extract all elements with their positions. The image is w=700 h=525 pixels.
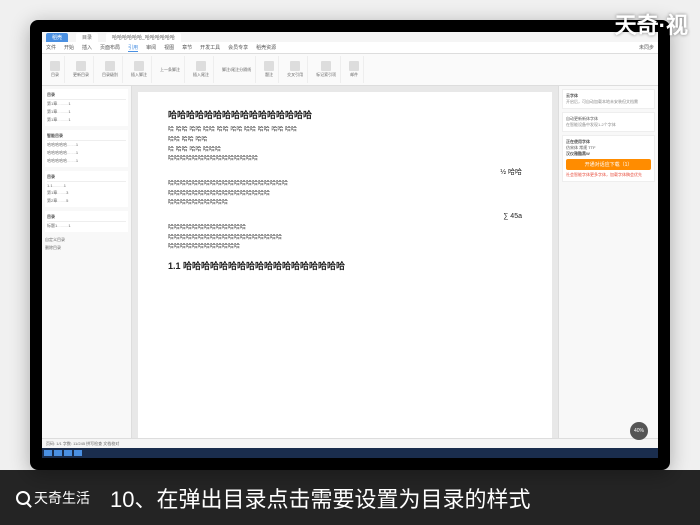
ribbon-mail[interactable]: 邮件 — [345, 56, 364, 83]
menu-resource[interactable]: 稻壳资源 — [256, 44, 276, 51]
toc-dropdown: 目录 第1章..........1 第1章..........1 第1章....… — [42, 86, 132, 448]
zoom-badge[interactable]: 40% — [630, 422, 648, 440]
watermark: 天奇·视 — [615, 8, 688, 40]
toc-item[interactable]: 第2章........5 — [47, 197, 126, 205]
menubar: 文件 开始 插入 页面布局 引用 审阅 视图 章节 开发工具 会员专享 稻壳资源… — [42, 42, 658, 54]
formula: ∑ 45a — [168, 211, 522, 222]
font-note: 在智能设备中发现1-2个字体 — [566, 122, 651, 128]
tab-home[interactable]: 稻壳 — [46, 33, 68, 42]
toc-item[interactable]: 1.1..........1 — [47, 182, 126, 189]
task-icon[interactable] — [74, 450, 82, 456]
toc-item[interactable]: 第1章..........1 — [47, 108, 126, 116]
brand-logo: 天奇生活 — [16, 488, 90, 508]
doc-line: 哈 哈哈 哈哈 哈哈哈 — [168, 146, 522, 156]
ribbon: 目录 更新目录 目录级别 插入脚注 上一条脚注 插入尾注 脚注/尾注分隔线 题注… — [42, 54, 658, 86]
menu-layout[interactable]: 页面布局 — [100, 44, 120, 51]
menu-view[interactable]: 视图 — [164, 44, 174, 51]
menu-review[interactable]: 审阅 — [146, 44, 156, 51]
doc-line: 哈哈哈哈哈哈哈哈哈哈哈哈哈哈哈哈哈哈哈 — [168, 234, 522, 244]
ribbon-update[interactable]: 更新目录 — [69, 56, 94, 83]
start-icon[interactable] — [44, 450, 52, 456]
ribbon-prev-note[interactable]: 上一条脚注 — [156, 56, 185, 83]
caption-bar: 天奇生活 10、在弹出目录点击需要设置为目录的样式 — [0, 470, 700, 525]
titlebar: 稻壳 目录 哈哈哈哈哈哈_哈哈哈哈哈哈 — [42, 32, 658, 42]
remove-toc[interactable]: 删除目录 — [45, 244, 128, 252]
doc-line: 哈哈哈哈哈哈哈哈哈哈哈哈 — [168, 243, 522, 253]
menu-member[interactable]: 会员专享 — [228, 44, 248, 51]
menu-start[interactable]: 开始 — [64, 44, 74, 51]
font-desc: 开启后，可自动加载本地未安装但文档需 — [566, 99, 651, 105]
ribbon-separator[interactable]: 脚注/尾注分隔线 — [218, 56, 256, 83]
menu-file[interactable]: 文件 — [46, 44, 56, 51]
doc-line: 哈哈哈哈哈哈哈哈哈哈哈哈哈哈哈哈哈 — [168, 190, 522, 200]
toc-item[interactable]: 第1章........3 — [47, 189, 126, 197]
doc-line: 哈哈 哈哈 哈哈 — [168, 136, 522, 146]
menu-reference[interactable]: 引用 — [128, 44, 138, 52]
doc-line: 哈哈哈哈哈哈哈哈哈哈 — [168, 199, 522, 209]
toc-item[interactable]: 哈哈哈哈哈........1 — [47, 149, 126, 157]
doc-line: 哈哈哈哈哈哈哈哈哈哈哈哈哈哈哈哈哈哈哈哈 — [168, 180, 522, 190]
right-panel: 云字体 开启后，可自动加载本地未安装但文档需 自动更新新体字体 在智能设备中发现… — [558, 86, 658, 448]
ribbon-caption[interactable]: 题注 — [260, 56, 279, 83]
custom-toc[interactable]: 自定义目录 — [45, 236, 128, 244]
ribbon-toc[interactable]: 目录 — [46, 56, 65, 83]
font-warning: 社会智能字体更多字体，加载字体稿会优先 — [566, 172, 651, 178]
status-left: 页码: 1/1 字数: 11/245 拼写检查 文档校对 — [46, 441, 119, 447]
ribbon-endnote[interactable]: 插入尾注 — [189, 56, 214, 83]
download-button[interactable]: 开通对话应下载（1） — [566, 159, 651, 170]
font-item[interactable]: 汉仪雅酷黑W — [566, 151, 651, 157]
smart-toc-title: 智能目录 — [47, 132, 126, 141]
formula: ½ 哈哈 — [168, 167, 522, 178]
toc-item[interactable]: 第1章..........1 — [47, 116, 126, 124]
taskbar — [42, 448, 658, 458]
toc-item[interactable]: 标题1..........1 — [47, 222, 126, 230]
sync-status: 未同步 — [639, 44, 654, 51]
page[interactable]: 哈哈哈哈哈哈哈哈哈哈哈哈哈哈哈哈 哈 哈哈 哈哈 哈哈 哈哈 哈哈 哈哈 哈哈 … — [138, 92, 552, 442]
toc-title: 目录 — [47, 91, 126, 100]
ribbon-footnote[interactable]: 插入脚注 — [127, 56, 152, 83]
lens-icon — [16, 491, 30, 505]
document-area: 哈哈哈哈哈哈哈哈哈哈哈哈哈哈哈哈 哈 哈哈 哈哈 哈哈 哈哈 哈哈 哈哈 哈哈 … — [132, 86, 558, 448]
task-icon[interactable] — [64, 450, 72, 456]
caption-text: 10、在弹出目录点击需要设置为目录的样式 — [110, 482, 530, 514]
statusbar: 页码: 1/1 字数: 11/245 拼写检查 文档校对 — [42, 438, 658, 448]
doc-heading: 哈哈哈哈哈哈哈哈哈哈哈哈哈哈哈哈 — [168, 108, 522, 122]
ribbon-level[interactable]: 目录级别 — [98, 56, 123, 83]
doc-subheading: 1.1 哈哈哈哈哈哈哈哈哈哈哈哈哈哈哈哈哈哈 — [168, 259, 522, 273]
toc-title3: 目录 — [47, 213, 126, 222]
monitor-frame: 稻壳 目录 哈哈哈哈哈哈_哈哈哈哈哈哈 文件 开始 插入 页面布局 引用 审阅 … — [30, 20, 670, 470]
ribbon-crossref[interactable]: 交叉引用 — [283, 56, 308, 83]
menu-insert[interactable]: 插入 — [82, 44, 92, 51]
menu-chapter[interactable]: 章节 — [182, 44, 192, 51]
tab-document[interactable]: 哈哈哈哈哈哈_哈哈哈哈哈哈 — [106, 33, 181, 42]
toc-item[interactable]: 第1章..........1 — [47, 100, 126, 108]
doc-line: 哈 哈哈 哈哈 哈哈 哈哈 哈哈 哈哈 哈哈 哈哈 哈哈 — [168, 126, 522, 136]
doc-line: 哈哈哈哈哈哈哈哈哈哈哈哈哈 — [168, 224, 522, 234]
toc-item[interactable]: 哈哈哈哈哈........1 — [47, 157, 126, 165]
workspace: 目录 第1章..........1 第1章..........1 第1章....… — [42, 86, 658, 448]
task-icon[interactable] — [54, 450, 62, 456]
menu-dev[interactable]: 开发工具 — [200, 44, 220, 51]
ribbon-index[interactable]: 标记索引项 — [312, 56, 341, 83]
tab-toc[interactable]: 目录 — [76, 33, 98, 42]
toc-title2: 目录 — [47, 173, 126, 182]
doc-line: 哈哈哈哈哈哈哈哈哈哈哈哈哈哈哈 — [168, 155, 522, 165]
toc-item[interactable]: 哈哈哈哈哈........1 — [47, 141, 126, 149]
screen: 稻壳 目录 哈哈哈哈哈哈_哈哈哈哈哈哈 文件 开始 插入 页面布局 引用 审阅 … — [42, 32, 658, 458]
